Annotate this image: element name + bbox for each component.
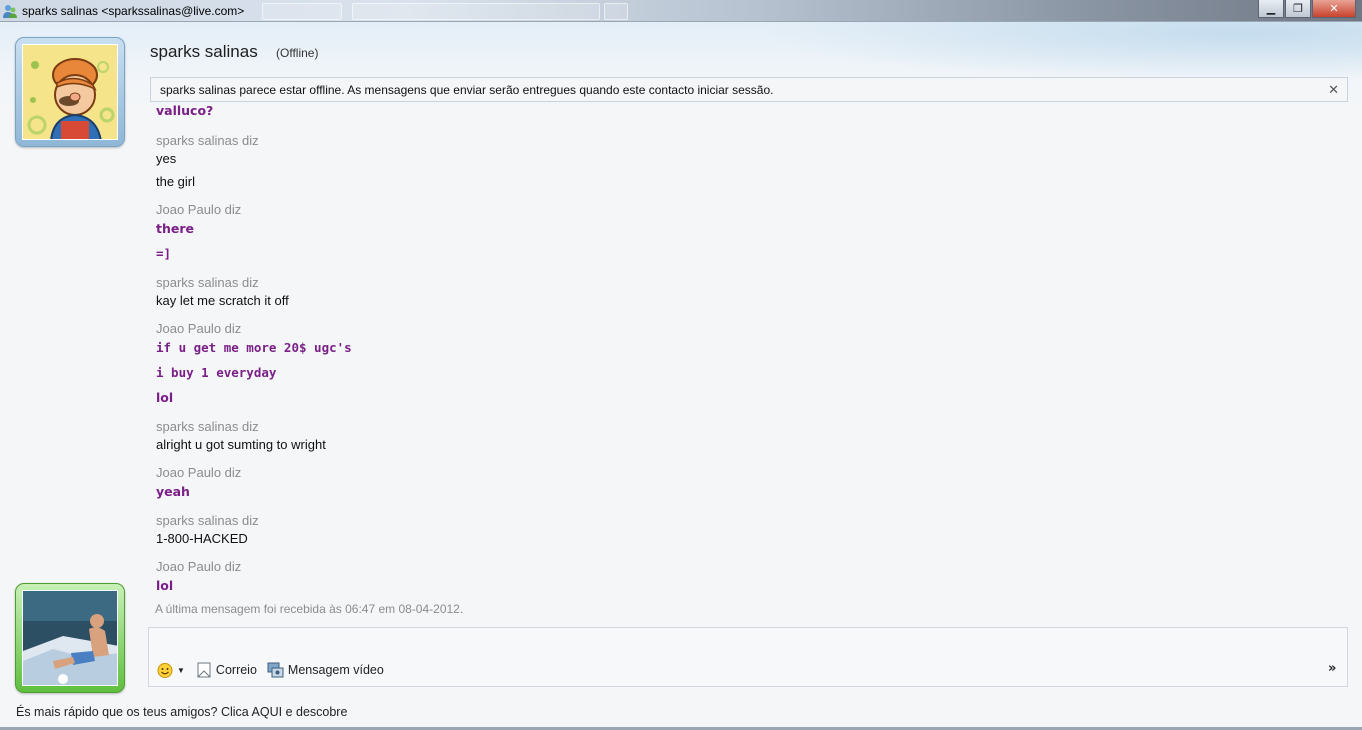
message-text: there bbox=[156, 221, 194, 236]
more-options-icon[interactable]: » bbox=[1328, 661, 1336, 676]
message-text: alright u got sumting to wright bbox=[156, 437, 326, 452]
minimize-button[interactable]: ▁ bbox=[1258, 0, 1284, 18]
advertisement-link[interactable]: És mais rápido que os teus amigos? Clica… bbox=[16, 705, 347, 719]
message-author: sparks salinas diz bbox=[156, 513, 259, 528]
close-window-button[interactable]: ✕ bbox=[1312, 0, 1356, 18]
message-author: sparks salinas diz bbox=[156, 133, 259, 148]
message-text: yes bbox=[156, 151, 177, 166]
background-window-ghost bbox=[352, 3, 600, 20]
restore-button[interactable]: ❐ bbox=[1285, 0, 1311, 18]
message-author: Joao Paulo diz bbox=[156, 465, 242, 480]
background-window-ghost bbox=[604, 3, 628, 20]
my-avatar bbox=[22, 590, 118, 686]
smiley-icon bbox=[156, 661, 174, 679]
video-message-label: Mensagem vídeo bbox=[287, 663, 384, 677]
message-text: the girl bbox=[156, 174, 196, 189]
message-text: =] bbox=[156, 246, 172, 261]
message-text: if u get me more 20$ ugc's bbox=[156, 340, 352, 355]
video-message-icon bbox=[267, 661, 285, 679]
message-text: kay let me scratch it off bbox=[156, 293, 289, 308]
contact-status: (Offline) bbox=[276, 46, 319, 60]
messenger-app-icon[interactable] bbox=[2, 3, 18, 19]
offline-notice-bar: sparks salinas parece estar offline. As … bbox=[150, 77, 1348, 102]
compose-toolbar: ▼ Correio Mensagem vídeo bbox=[156, 660, 394, 680]
contact-avatar-frame[interactable] bbox=[15, 37, 125, 147]
conversation-history[interactable]: valluco? sparks salinas diz yes the girl Joa… bbox=[156, 103, 1336, 598]
message-author: Joao Paulo diz bbox=[156, 321, 242, 336]
window-title: sparks salinas <sparkssalinas@live.com> bbox=[22, 4, 245, 18]
window-controls: ▁ ❐ ✕ bbox=[1257, 0, 1356, 20]
emoticon-button[interactable]: ▼ bbox=[156, 661, 185, 679]
contact-avatar bbox=[22, 44, 118, 140]
my-avatar-frame[interactable] bbox=[15, 583, 125, 693]
background-window-ghost bbox=[262, 3, 342, 20]
mail-label: Correio bbox=[215, 663, 257, 677]
contact-name[interactable]: sparks salinas bbox=[150, 42, 258, 62]
message-text: valluco? bbox=[156, 103, 214, 118]
last-message-timestamp: A última mensagem foi recebida às 06:47 … bbox=[155, 602, 464, 616]
close-icon[interactable]: ✕ bbox=[1328, 82, 1339, 98]
chevron-down-icon: ▼ bbox=[177, 665, 185, 675]
video-message-button[interactable]: Mensagem vídeo bbox=[267, 661, 384, 679]
title-bar: sparks salinas <sparkssalinas@live.com> … bbox=[0, 0, 1362, 22]
message-author: Joao Paulo diz bbox=[156, 202, 242, 217]
message-author: sparks salinas diz bbox=[156, 419, 259, 434]
mail-icon bbox=[195, 661, 213, 679]
mail-button[interactable]: Correio bbox=[195, 661, 257, 679]
message-text: lol bbox=[156, 390, 174, 405]
message-text: yeah bbox=[156, 484, 190, 499]
message-author: sparks salinas diz bbox=[156, 275, 259, 290]
offline-notice-text: sparks salinas parece estar offline. As … bbox=[160, 83, 774, 97]
message-text: i buy 1 everyday bbox=[156, 365, 277, 380]
message-text: lol bbox=[156, 578, 174, 593]
message-text: 1-800-HACKED bbox=[156, 531, 248, 546]
message-author: Joao Paulo diz bbox=[156, 559, 242, 574]
